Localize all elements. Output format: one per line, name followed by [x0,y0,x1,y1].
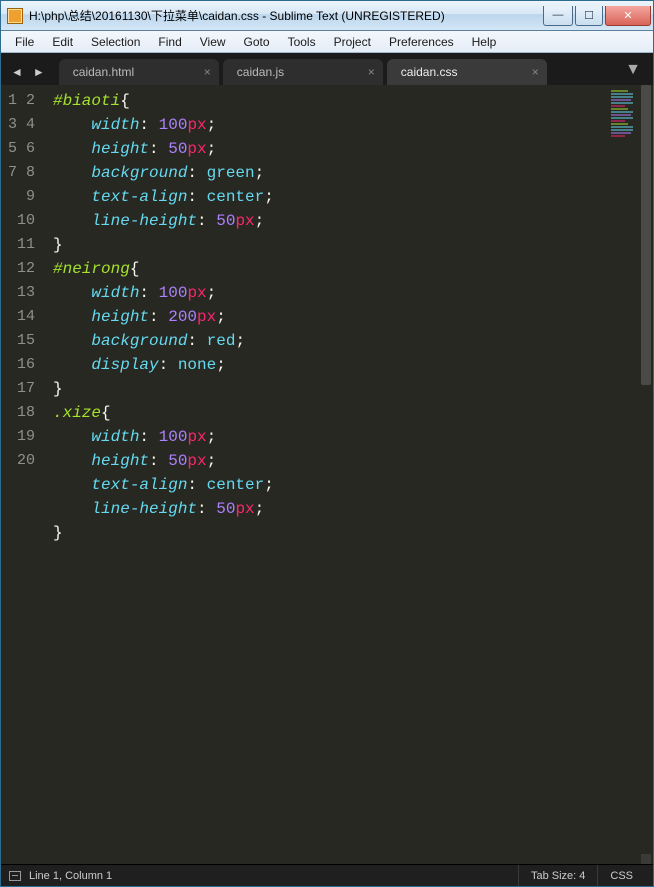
status-tabsize[interactable]: Tab Size: 4 [518,865,597,886]
window-title: H:\php\总结\20161130\下拉菜单\caidan.css - Sub… [29,7,543,24]
status-position[interactable]: Line 1, Column 1 [29,870,112,882]
close-button[interactable]: ✕ [605,6,651,26]
statusbar: Line 1, Column 1 Tab Size: 4 CSS [1,864,653,886]
gutter: 1 2 3 4 5 6 7 8 9 10 11 12 13 14 15 16 1… [1,85,45,864]
menu-help[interactable]: Help [464,33,505,51]
tab-caidan-css[interactable]: caidan.css × [387,59,547,85]
tab-close-icon[interactable]: × [204,65,211,79]
minimize-button[interactable]: — [543,6,573,26]
vertical-scrollbar[interactable] [641,85,651,864]
menu-project[interactable]: Project [326,33,379,51]
tab-close-icon[interactable]: × [368,65,375,79]
menu-file[interactable]: File [7,33,42,51]
minimap[interactable] [611,89,639,169]
scroll-thumb[interactable] [641,85,651,385]
tab-caidan-js[interactable]: caidan.js × [223,59,383,85]
editor[interactable]: 1 2 3 4 5 6 7 8 9 10 11 12 13 14 15 16 1… [1,85,653,864]
menu-find[interactable]: Find [150,33,189,51]
tab-label: caidan.js [237,65,284,79]
menubar: FileEditSelectionFindViewGotoToolsProjec… [1,31,653,53]
menu-edit[interactable]: Edit [44,33,81,51]
tab-label: caidan.css [401,65,458,79]
menu-preferences[interactable]: Preferences [381,33,462,51]
app-icon [7,8,23,24]
titlebar[interactable]: H:\php\总结\20161130\下拉菜单\caidan.css - Sub… [1,1,653,31]
tabs: caidan.html × caidan.js × caidan.css × [59,59,625,85]
app-window: H:\php\总结\20161130\下拉菜单\caidan.css - Sub… [0,0,654,887]
tab-nav-left-icon[interactable]: ◄ [7,63,27,81]
tab-caidan-html[interactable]: caidan.html × [59,59,219,85]
status-syntax[interactable]: CSS [597,865,645,886]
menu-goto[interactable]: Goto [236,33,278,51]
panel-toggle-icon[interactable] [9,871,21,881]
tab-nav: ◄ ► [7,63,49,85]
menu-selection[interactable]: Selection [83,33,148,51]
scroll-down-icon[interactable] [641,854,651,864]
menu-view[interactable]: View [192,33,234,51]
tab-overflow-icon[interactable]: ▼ [625,61,647,85]
tabbar: ◄ ► caidan.html × caidan.js × caidan.css × ▼ [1,53,653,85]
window-controls: — ☐ ✕ [543,6,651,26]
menu-tools[interactable]: Tools [280,33,324,51]
maximize-button[interactable]: ☐ [575,6,603,26]
tab-close-icon[interactable]: × [532,65,539,79]
tab-label: caidan.html [73,65,134,79]
code-area[interactable]: #biaoti{ width: 100px; height: 50px; bac… [45,85,653,864]
tab-nav-right-icon[interactable]: ► [29,63,49,81]
